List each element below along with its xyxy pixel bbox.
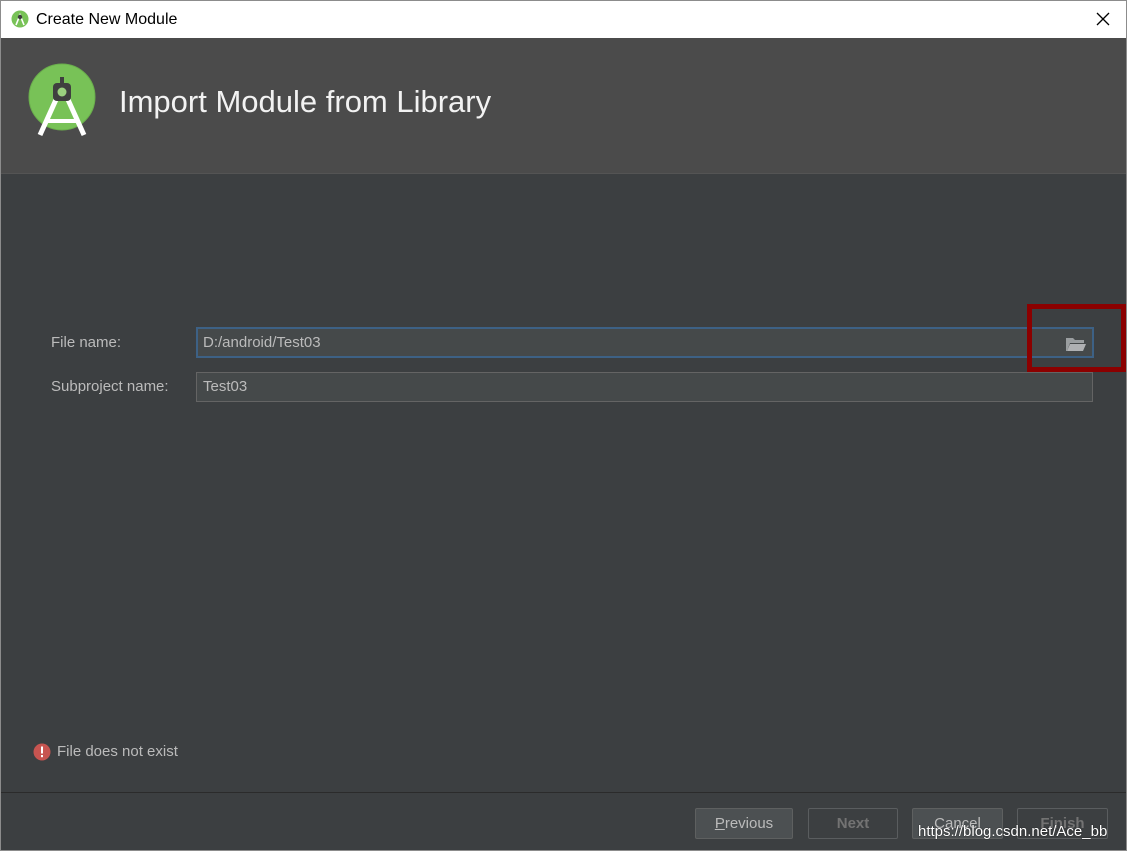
previous-button[interactable]: Previous: [695, 808, 793, 839]
close-button[interactable]: [1088, 5, 1118, 33]
next-button[interactable]: Next: [808, 808, 898, 839]
close-icon: [1096, 12, 1110, 26]
android-studio-logo-icon: [28, 63, 96, 137]
file-name-input[interactable]: D:/android/Test03: [196, 327, 1094, 358]
previous-label: revious: [724, 815, 774, 832]
wizard-header: Import Module from Library: [1, 38, 1126, 174]
previous-mnemonic: P: [714, 815, 725, 832]
window-title: Create New Module: [36, 11, 178, 28]
android-studio-icon: [11, 10, 29, 28]
file-name-label: File name:: [51, 334, 122, 351]
subproject-name-input[interactable]: Test03: [196, 372, 1093, 402]
dialog-footer: Previous Next Cancel Finish: [1, 792, 1126, 850]
error-message: File does not exist: [57, 743, 178, 760]
title-bar: Create New Module: [1, 1, 1126, 38]
annotation-highlight-box: [1027, 304, 1126, 372]
create-module-dialog: Create New Module Import Module from Lib…: [0, 0, 1127, 851]
wizard-title: Import Module from Library: [119, 84, 492, 119]
subproject-name-label: Subproject name:: [51, 378, 169, 395]
watermark-text: https://blog.csdn.net/Ace_bb: [918, 823, 1108, 840]
error-icon: [33, 743, 51, 761]
